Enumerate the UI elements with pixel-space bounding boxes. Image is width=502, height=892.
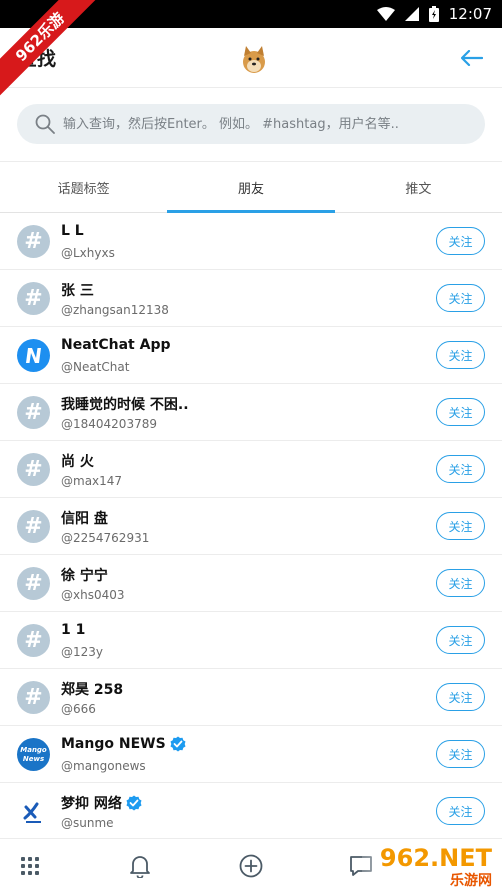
user-handle: @123y: [61, 645, 104, 659]
follow-button[interactable]: 关注: [436, 398, 485, 426]
hashtag-avatar[interactable]: #: [17, 453, 50, 486]
watermark-main: 962.NET: [379, 844, 492, 872]
user-row[interactable]: #1 1 @123y 关注: [0, 612, 502, 669]
hashtag-avatar[interactable]: #: [17, 624, 50, 657]
tab-hashtags[interactable]: 话题标签: [0, 162, 167, 212]
doge-avatar-icon[interactable]: [239, 44, 269, 74]
user-row[interactable]: # 张 三 @zhangsan12138 关注: [0, 270, 502, 327]
follow-button[interactable]: 关注: [436, 569, 485, 597]
user-row[interactable]: # 尚 火 @max147 关注: [0, 441, 502, 498]
bottom-nav: 962.NET 乐游网: [0, 838, 502, 892]
user-handle: @sunme: [61, 816, 114, 830]
follow-button[interactable]: 关注: [436, 626, 485, 654]
user-name: Mango NEWS: [61, 736, 186, 752]
verified-badge-icon: [170, 736, 186, 752]
user-name-text: 张 三: [61, 283, 94, 299]
watermark-sub: 乐游网: [450, 873, 492, 889]
signal-icon: [404, 7, 419, 21]
search-box[interactable]: [17, 104, 485, 144]
nav-compose-button[interactable]: [238, 853, 264, 879]
sunme-logo-icon: [23, 802, 41, 823]
user-name: 徐 宁宁: [61, 565, 108, 585]
user-handle: @max147: [61, 474, 123, 488]
user-name-text: 信阳 盘: [61, 511, 108, 527]
search-icon: [35, 114, 55, 134]
wifi-icon: [376, 7, 395, 21]
grid-icon: [21, 857, 39, 875]
neatchat-logo-avatar[interactable]: [17, 339, 50, 372]
user-name: 张 三: [61, 280, 94, 300]
battery-charging-icon: [428, 6, 439, 22]
nav-notifications-button[interactable]: [127, 853, 153, 879]
user-row[interactable]: Mango News Mango NEWS @mangonews 关注: [0, 726, 502, 783]
hashtag-avatar[interactable]: #: [17, 282, 50, 315]
verified-badge-icon: [126, 795, 142, 811]
follow-button[interactable]: 关注: [436, 512, 485, 540]
arrow-left-icon: [461, 50, 483, 66]
hashtag-avatar[interactable]: #: [17, 567, 50, 600]
user-name-text: Mango NEWS: [61, 736, 166, 752]
user-name: NeatChat App: [61, 337, 170, 353]
neatchat-logo-icon: [26, 348, 41, 363]
mango-news-logo-avatar[interactable]: Mango News: [17, 738, 50, 771]
user-name: 郑昊 258: [61, 679, 123, 699]
mango-logo-line1: Mango: [20, 745, 47, 754]
user-name-text: 我睡觉的时候 不困..: [61, 397, 189, 413]
hashtag-avatar[interactable]: #: [17, 396, 50, 429]
user-name-text: 尚 火: [61, 454, 94, 470]
user-row[interactable]: NeatChat App @NeatChat 关注: [0, 327, 502, 384]
follow-button[interactable]: 关注: [436, 284, 485, 312]
site-watermark: 962.NET 乐游网: [362, 840, 502, 892]
user-name: 信阳 盘: [61, 508, 108, 528]
user-row[interactable]: # 郑昊 258 @666 关注: [0, 669, 502, 726]
user-list: # L L @Lxhyxs 关注 # 张 三 @zhangsan12138 关注 NeatCha…: [0, 213, 502, 840]
follow-button[interactable]: 关注: [436, 683, 485, 711]
user-handle: @mangonews: [61, 759, 146, 773]
plus-circle-icon: [239, 854, 263, 878]
app-header: 查找: [0, 28, 502, 88]
hashtag-avatar[interactable]: #: [17, 681, 50, 714]
user-name-text: 梦抑 网络: [61, 796, 122, 812]
tab-friends[interactable]: 朋友: [167, 162, 335, 213]
hashtag-avatar[interactable]: #: [17, 510, 50, 543]
user-name: 尚 火: [61, 451, 94, 471]
user-name-text: 徐 宁宁: [61, 568, 108, 584]
user-name-text: 郑昊 258: [61, 682, 124, 698]
mango-logo-line2: News: [22, 754, 45, 763]
follow-button[interactable]: 关注: [436, 740, 485, 768]
user-name-text: NeatChat App: [61, 337, 171, 353]
user-row[interactable]: # 信阳 盘 @2254762931 关注: [0, 498, 502, 555]
back-button[interactable]: [456, 42, 488, 74]
status-time: 12:07: [448, 5, 492, 23]
user-handle: @666: [61, 702, 96, 716]
follow-button[interactable]: 关注: [436, 455, 485, 483]
user-name: 我睡觉的时候 不困..: [61, 394, 189, 414]
user-name: 1 1: [61, 622, 85, 638]
user-row[interactable]: 梦抑 网络 @sunme 关注: [0, 783, 502, 840]
user-row[interactable]: # 我睡觉的时候 不困.. @18404203789 关注: [0, 384, 502, 441]
user-row[interactable]: # 徐 宁宁 @xhs0403 关注: [0, 555, 502, 612]
user-name-text: L L: [61, 223, 84, 239]
user-name: L L: [61, 223, 84, 239]
user-handle: @2254762931: [61, 531, 150, 545]
user-handle: @18404203789: [61, 417, 157, 431]
sunme-logo-avatar[interactable]: [17, 795, 50, 828]
search-input[interactable]: [63, 104, 473, 144]
nav-grid-button[interactable]: [17, 853, 43, 879]
user-name: 梦抑 网络: [61, 793, 142, 813]
follow-button[interactable]: 关注: [436, 341, 485, 369]
user-handle: @xhs0403: [61, 588, 125, 602]
status-icons: 12:07: [376, 0, 492, 28]
follow-button[interactable]: 关注: [436, 797, 485, 825]
user-handle: @Lxhyxs: [61, 246, 115, 260]
tab-tweets[interactable]: 推文: [335, 162, 502, 212]
follow-button[interactable]: 关注: [436, 227, 485, 255]
user-handle: @NeatChat: [61, 360, 130, 374]
bell-icon: [130, 856, 150, 878]
user-name-text: 1 1: [61, 622, 86, 638]
user-row[interactable]: # L L @Lxhyxs 关注: [0, 213, 502, 270]
tab-bar: 话题标签 朋友 推文: [0, 161, 502, 213]
user-handle: @zhangsan12138: [61, 303, 169, 317]
hashtag-avatar[interactable]: #: [17, 225, 50, 258]
